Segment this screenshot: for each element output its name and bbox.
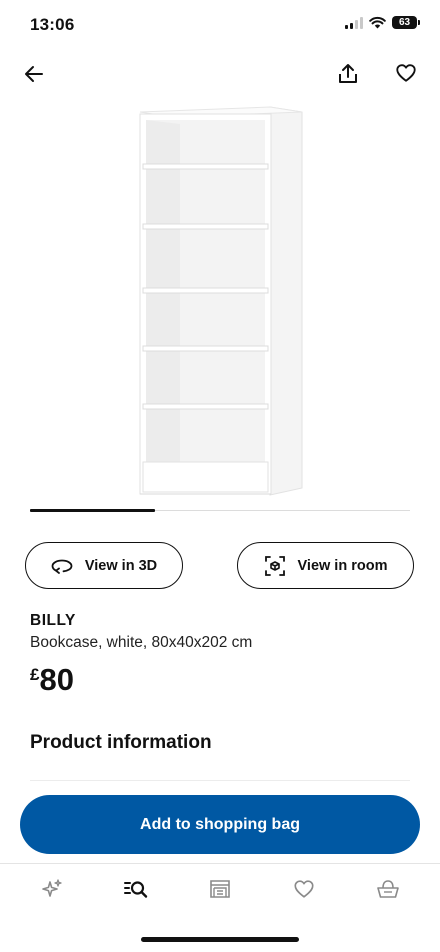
- share-button[interactable]: [332, 58, 364, 90]
- sparkle-icon: [42, 878, 62, 897]
- price-currency: £: [30, 665, 40, 684]
- bookcase-image: [139, 106, 303, 496]
- arrow-left-icon: [25, 66, 43, 82]
- view-in-room-label: View in room: [297, 557, 388, 574]
- divider: [30, 780, 410, 781]
- ar-cube-icon: [264, 555, 285, 576]
- rotate-3d-icon: [51, 559, 73, 574]
- product-description: Bookcase, white, 80x40x202 cm: [30, 634, 253, 651]
- store-icon: [210, 879, 230, 898]
- wifi-icon: [369, 16, 386, 29]
- add-to-shopping-bag-label: Add to shopping bag: [140, 815, 300, 833]
- carousel-progress: [30, 509, 156, 512]
- bottom-tab-bar: [0, 863, 440, 913]
- tab-inspiration[interactable]: [30, 867, 74, 911]
- back-button[interactable]: [18, 58, 50, 90]
- view-in-room-button[interactable]: View in room: [237, 542, 414, 589]
- heart-icon: [396, 64, 416, 82]
- tab-stores[interactable]: [198, 867, 242, 911]
- battery-level: 63: [392, 16, 417, 29]
- product-information-heading[interactable]: Product information: [30, 732, 212, 754]
- image-carousel-indicator: [30, 509, 410, 512]
- product-price: £ 80: [30, 660, 74, 700]
- battery-icon: 63: [392, 16, 420, 29]
- signal-icon: [345, 16, 363, 29]
- tab-favourites[interactable]: [282, 867, 326, 911]
- product-image[interactable]: [0, 100, 440, 500]
- price-value: 80: [39, 662, 74, 697]
- home-indicator: [141, 937, 299, 942]
- basket-icon: [377, 879, 399, 898]
- product-name: BILLY: [30, 612, 76, 629]
- view-in-3d-label: View in 3D: [84, 557, 158, 574]
- tab-basket[interactable]: [366, 867, 410, 911]
- add-to-shopping-bag-button[interactable]: Add to shopping bag: [20, 795, 420, 854]
- top-nav: [0, 56, 440, 92]
- search-list-icon: [124, 880, 148, 898]
- heart-icon: [294, 879, 314, 898]
- status-icons: 63: [345, 16, 420, 29]
- view-in-3d-button[interactable]: View in 3D: [25, 542, 183, 589]
- favourite-button[interactable]: [390, 57, 422, 89]
- share-icon: [339, 64, 357, 83]
- status-time: 13:06: [30, 15, 75, 34]
- tab-search[interactable]: [114, 867, 158, 911]
- status-bar: 13:06 63: [0, 0, 440, 52]
